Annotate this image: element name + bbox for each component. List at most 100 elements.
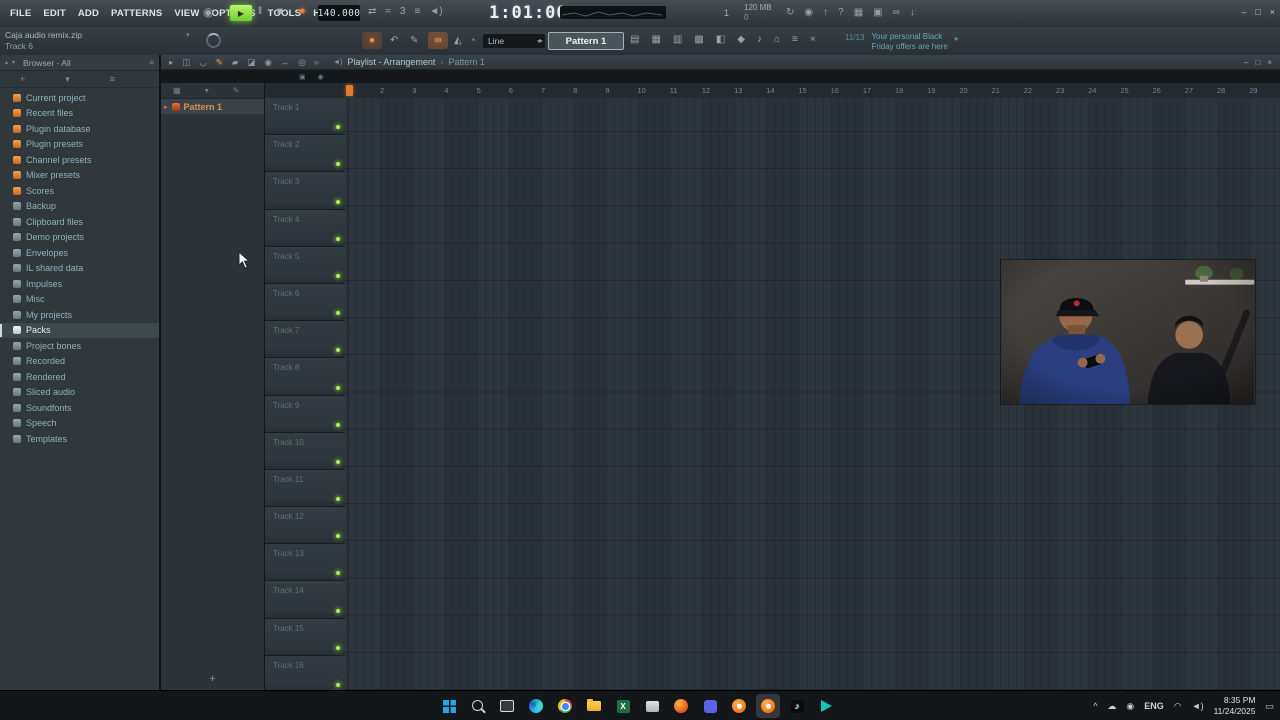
browser-item-envelopes[interactable]: Envelopes — [0, 245, 159, 261]
slip-tool-icon[interactable]: ↔ — [281, 57, 290, 68]
undo-icon[interactable]: ↶ — [390, 35, 398, 46]
browser-item-misc[interactable]: Misc — [0, 292, 159, 308]
edit-pencil-icon[interactable]: ✎ — [410, 35, 418, 46]
touch-icon[interactable]: ⌂ — [774, 34, 780, 45]
recording-status-icon[interactable]: ◉ — [804, 7, 813, 18]
playlist-overview-strip[interactable] — [560, 6, 666, 19]
piano-roll-icon[interactable]: ▦ — [651, 34, 660, 45]
notification-banner[interactable]: 11/13 Your personal Black Friday offers … — [845, 32, 959, 52]
track-header[interactable]: Track 5 — [265, 246, 345, 284]
download-icon[interactable]: ↓ — [910, 7, 915, 18]
track-mute-led[interactable] — [336, 571, 340, 576]
browser-item-my-projects[interactable]: My projects — [0, 307, 159, 323]
track-header[interactable]: Track 16 — [265, 655, 345, 690]
playlist-icon[interactable]: ▤ — [630, 34, 639, 45]
browser-menu-icon[interactable]: ≡ — [149, 58, 154, 67]
playlist-close-button[interactable]: × — [1267, 58, 1272, 67]
track-mute-led[interactable] — [336, 199, 340, 204]
magnet-snap-icon[interactable]: ◡ — [199, 57, 206, 68]
track-mute-led[interactable] — [336, 311, 340, 316]
pattern-grid-icon[interactable]: ▦ — [173, 86, 181, 95]
browser-item-packs[interactable]: Packs — [0, 322, 159, 338]
file-dropdown-icon[interactable]: ▾ — [186, 31, 190, 39]
browser-item-current-project[interactable]: Current project — [0, 90, 159, 106]
playlist-scroll-strip[interactable]: ▣ ◉ — [265, 70, 1280, 83]
pause-button[interactable]: ‖ — [258, 6, 262, 17]
purple-app-icon[interactable] — [698, 694, 722, 718]
snap-next-icon[interactable]: ▸ — [539, 36, 543, 45]
snap-selector[interactable]: Line ▾ — [483, 34, 545, 48]
track-mute-led[interactable] — [336, 459, 340, 464]
track-mute-led[interactable] — [336, 125, 340, 130]
browser-item-sliced-audio[interactable]: Sliced audio — [0, 385, 159, 401]
record-button[interactable]: ● — [299, 5, 306, 17]
track-mute-led[interactable] — [336, 385, 340, 390]
fl-studio-running-icon[interactable] — [756, 694, 780, 718]
countdown-icon[interactable]: 3 — [400, 6, 406, 17]
tools-menu-icon[interactable]: ≡ — [792, 34, 798, 45]
app-window-icon[interactable] — [640, 694, 664, 718]
track-header[interactable]: Track 8 — [265, 358, 345, 396]
recording-arm-button[interactable]: ● — [362, 32, 382, 49]
browser-item-rendered[interactable]: Rendered — [0, 369, 159, 385]
browser-item-soundfonts[interactable]: Soundfonts — [0, 400, 159, 416]
track-header[interactable]: Track 12 — [265, 507, 345, 545]
browser-collapse-down-icon[interactable]: ▾ — [12, 59, 15, 66]
mute-tool-icon[interactable]: ◉ — [264, 57, 271, 68]
track-header[interactable]: Track 11 — [265, 469, 345, 508]
browser-item-speech[interactable]: Speech — [0, 416, 159, 432]
browser-item-demo-projects[interactable]: Demo projects — [0, 230, 159, 246]
browser-item-plugin-presets[interactable]: Plugin presets — [0, 137, 159, 153]
loop-record-icon[interactable]: ◉ — [318, 73, 324, 81]
fl-studio-icon[interactable] — [727, 694, 751, 718]
help-icon[interactable]: ? — [838, 7, 844, 18]
stop-button[interactable]: ■ — [277, 6, 283, 17]
track-header[interactable]: Track 1 — [265, 98, 345, 136]
draw-tool-icon[interactable]: ✎ — [216, 57, 223, 68]
loop-record-toggle[interactable]: ∞ — [428, 32, 448, 49]
language-indicator[interactable]: ENG — [1144, 701, 1164, 711]
detach-icon[interactable]: ◫ — [182, 57, 190, 68]
notification-center-icon[interactable]: ▭ — [1265, 701, 1274, 712]
pattern-song-switch-icon[interactable]: ⇄ — [368, 6, 376, 17]
onedrive-icon[interactable]: ☁ — [1107, 701, 1116, 712]
browser-options-icon[interactable]: ≡ — [110, 74, 115, 84]
tempo-tap-icon[interactable]: ♪ — [757, 34, 762, 45]
pattern-selector[interactable]: Pattern 1 — [548, 32, 624, 50]
browser-item-plugin-database[interactable]: Plugin database — [0, 121, 159, 137]
delete-tool-icon[interactable]: ◪ — [247, 57, 255, 68]
menu-item[interactable]: FILE — [4, 8, 37, 19]
file-explorer-icon[interactable] — [582, 694, 606, 718]
maximize-button[interactable]: □ — [1255, 8, 1260, 17]
play-button[interactable]: ▶ — [230, 5, 252, 21]
minimize-button[interactable]: – — [1241, 8, 1246, 17]
metronome-icon[interactable]: ◭ — [454, 35, 462, 46]
mixer-icon[interactable]: ▩ — [694, 34, 703, 45]
volume-tray-icon[interactable]: ◄) — [1192, 701, 1204, 711]
track-header[interactable]: Track 14 — [265, 581, 345, 619]
link-controllers-icon[interactable]: ∞ — [893, 7, 900, 18]
browser-item-channel-presets[interactable]: Channel presets — [0, 152, 159, 168]
excel-icon[interactable]: X — [611, 694, 635, 718]
notification-arrow-icon[interactable]: ▸ — [955, 34, 959, 43]
browser-item-il-shared-data[interactable]: IL shared data — [0, 261, 159, 277]
playlist-minimize-button[interactable]: – — [1244, 58, 1248, 67]
media-play-icon[interactable] — [814, 694, 838, 718]
track-mute-led[interactable] — [336, 422, 340, 427]
tiktok-icon[interactable]: ♪ — [785, 694, 809, 718]
menu-item[interactable]: EDIT — [37, 8, 71, 19]
browser-toggle-icon[interactable]: ◧ — [716, 34, 725, 45]
search-icon[interactable] — [466, 694, 490, 718]
taskbar-clock[interactable]: 8:35 PM 11/24/2025 — [1214, 695, 1256, 717]
track-header[interactable]: Track 2 — [265, 135, 345, 173]
playback-tool-icon[interactable]: ▹ — [315, 57, 319, 68]
network-icon[interactable]: ◠ — [1174, 701, 1182, 712]
browser-item-clipboard-files[interactable]: Clipboard files — [0, 214, 159, 230]
playhead-marker[interactable] — [346, 85, 353, 96]
paint-tool-icon[interactable]: ▰ — [232, 57, 239, 68]
track-mute-led[interactable] — [336, 236, 340, 241]
steps-icon[interactable]: ≡ — [414, 6, 420, 17]
save-disc-icon[interactable]: ◉ — [203, 6, 213, 18]
hidden-icons-chevron[interactable]: ^ — [1093, 701, 1097, 711]
track-header[interactable]: Track 4 — [265, 209, 345, 247]
